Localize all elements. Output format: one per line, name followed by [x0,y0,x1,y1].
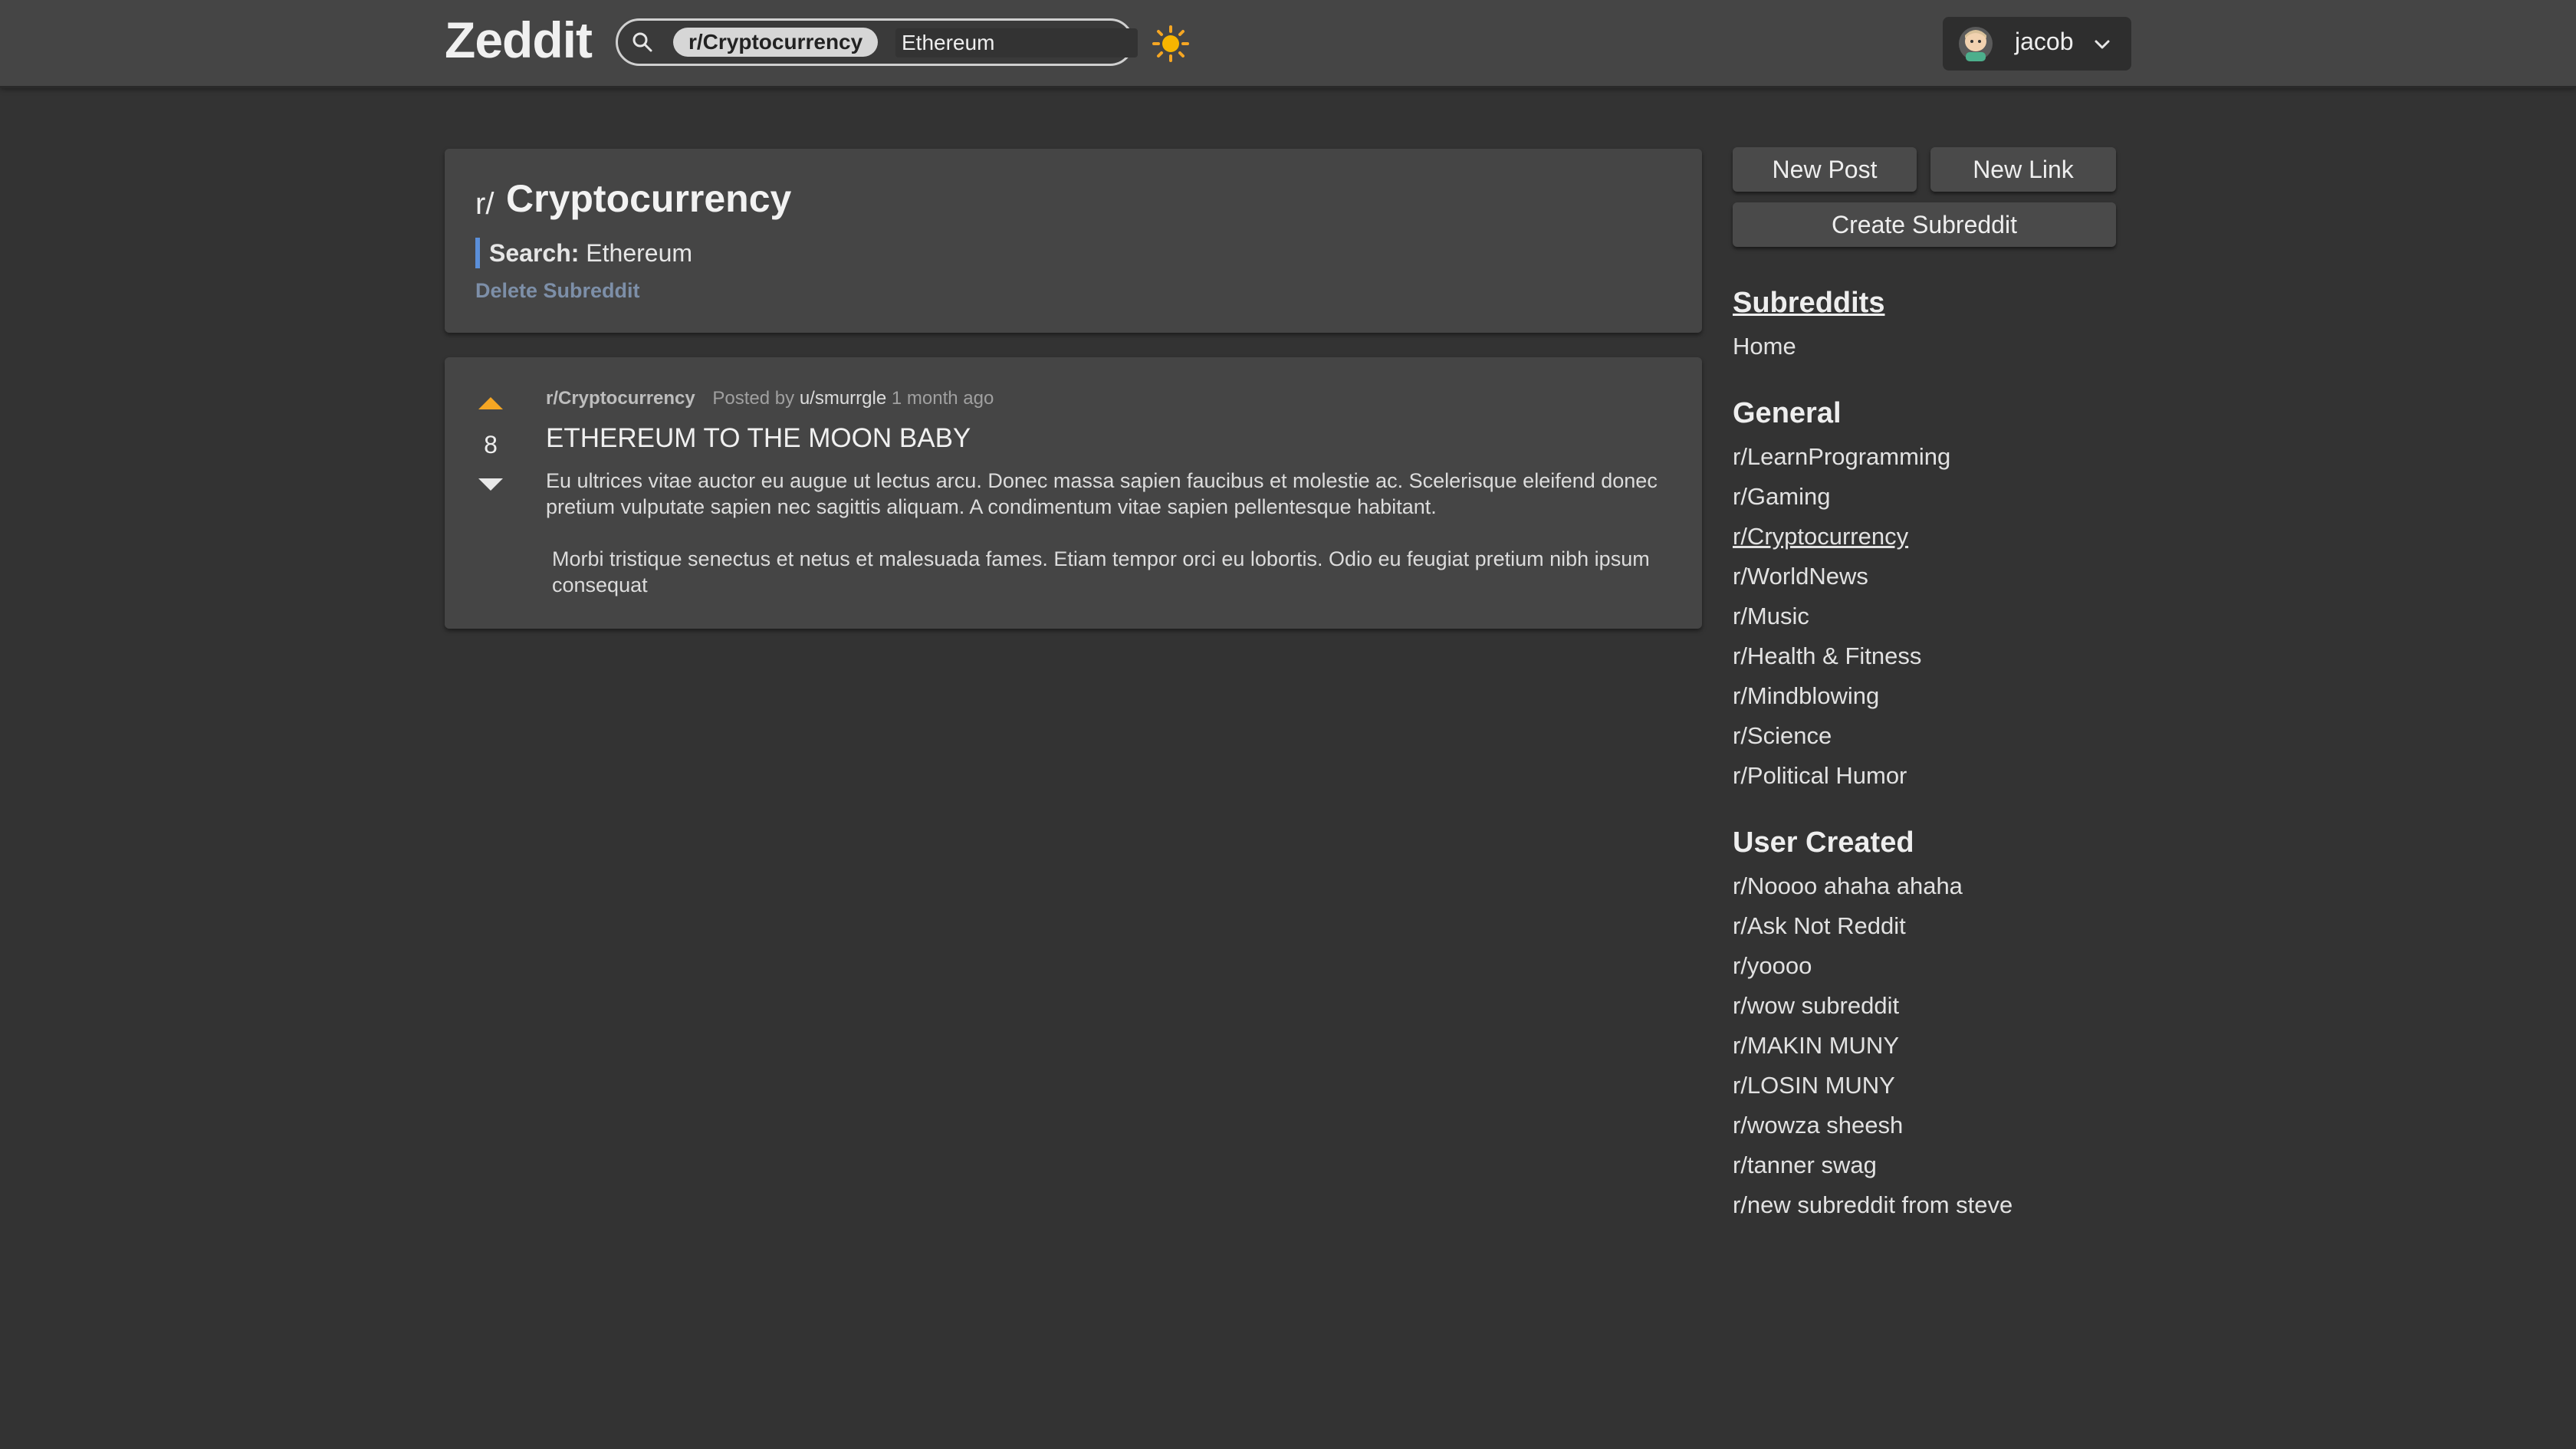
sidebar-item-user-created[interactable]: r/wow subreddit [1733,992,1899,1020]
sidebar-item-user-created[interactable]: r/LOSIN MUNY [1733,1072,1895,1099]
search-bar[interactable]: r/Cryptocurrency [616,18,1138,66]
search-summary: Search: Ethereum [475,238,692,268]
sidebar-item-home[interactable]: Home [1733,333,1796,360]
post-body: Eu ultrices vitae auctor eu augue ut lec… [546,468,1681,624]
sun-icon[interactable] [1152,25,1190,63]
sidebar-item-science[interactable]: r/Science [1733,722,1832,750]
user-created-heading: User Created [1733,826,1914,859]
search-term: Ethereum [586,239,693,267]
subreddit-title: Cryptocurrency [506,177,792,220]
sidebar-item-worldnews[interactable]: r/WorldNews [1733,563,1868,590]
avatar-icon [1959,27,1993,61]
create-subreddit-button[interactable]: Create Subreddit [1733,202,2116,247]
sidebar-item-user-created[interactable]: r/Noooo ahaha ahaha [1733,872,1963,900]
search-label: Search: [489,239,580,267]
post-subreddit-link[interactable]: r/Cryptocurrency [546,388,695,409]
sidebar-item-user-created[interactable]: r/yoooo [1733,952,1812,980]
post-score: 8 [484,431,498,458]
search-subreddit-chip[interactable]: r/Cryptocurrency [673,28,879,57]
new-post-button[interactable]: New Post [1733,147,1917,192]
sidebar-item-political-humor[interactable]: r/Political Humor [1733,762,1907,790]
sidebar-item-user-created[interactable]: r/Ask Not Reddit [1733,912,1906,940]
top-navbar: Zeddit r/Cryptocurrency jacob [0,0,2576,88]
post-author-link[interactable]: u/smurrgle [800,388,886,409]
site-logo[interactable]: Zeddit [445,11,593,69]
post-meta: r/Cryptocurrency Posted by u/smurrgle 1 … [546,388,994,409]
subreddit-header-card: r/ Cryptocurrency Search: Ethereum Delet… [445,149,1702,333]
sidebar-item-mindblowing[interactable]: r/Mindblowing [1733,682,1879,710]
sidebar-item-gaming[interactable]: r/Gaming [1733,483,1830,511]
sidebar-item-health-fitness[interactable]: r/Health & Fitness [1733,642,1921,670]
sidebar-item-user-created[interactable]: r/new subreddit from steve [1733,1191,2013,1219]
delete-subreddit-link[interactable]: Delete Subreddit [475,279,640,303]
sidebar-item-user-created[interactable]: r/MAKIN MUNY [1733,1032,1899,1060]
chevron-down-icon [2095,40,2110,49]
search-icon [632,32,652,52]
sidebar-item-cryptocurrency[interactable]: r/Cryptocurrency [1733,523,1908,550]
search-input[interactable] [895,28,1138,58]
general-heading: General [1733,397,1842,429]
sidebar-item-user-created[interactable]: r/tanner swag [1733,1152,1877,1179]
sidebar-item-user-created[interactable]: r/wowza sheesh [1733,1112,1903,1139]
new-link-button[interactable]: New Link [1930,147,2116,192]
posted-by-label: Posted by [712,388,795,409]
post-body-paragraph: Eu ultrices vitae auctor eu augue ut lec… [546,469,1658,518]
subreddits-heading[interactable]: Subreddits [1733,287,1884,320]
post-body-paragraph: Morbi tristique senectus et netus et mal… [552,547,1650,596]
upvote-icon[interactable] [475,394,506,414]
username: jacob [2015,28,2074,55]
post-title[interactable]: ETHEREUM TO THE MOON BABY [546,423,971,454]
post-age: 1 month ago [891,388,994,409]
sidebar-item-learnprogramming[interactable]: r/LearnProgramming [1733,443,1950,471]
sidebar-item-music[interactable]: r/Music [1733,603,1809,630]
user-menu-button[interactable]: jacob [1943,17,2131,71]
downvote-icon[interactable] [475,474,506,494]
post-card[interactable]: 8 r/Cryptocurrency Posted by u/smurrgle … [445,357,1702,629]
subreddit-prefix: r/ [475,187,495,221]
